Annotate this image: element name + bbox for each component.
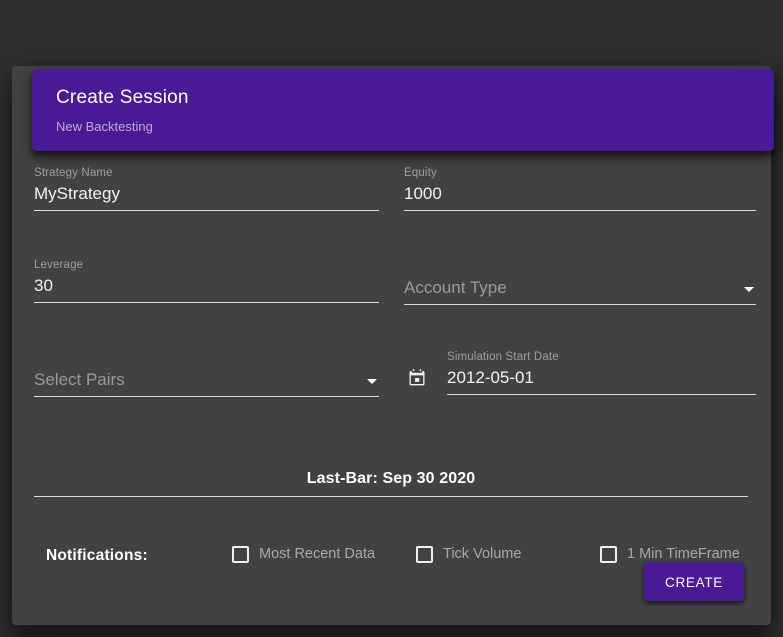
last-bar-text: Last-Bar: Sep 30 2020 [306,470,476,487]
account-type-value[interactable]: Account Type [404,274,507,300]
simulation-start-date-underline [447,394,756,395]
dialog-subtitle: New Backtesting [56,119,153,134]
strategy-name-input[interactable]: MyStrategy [34,180,379,206]
last-bar-divider [34,496,748,497]
leverage-label: Leverage [34,259,84,271]
equity-label: Equity [404,167,437,179]
last-bar-section: Last-Bar: Sep 30 2020 [34,468,748,497]
checkbox-1-min-timeframe[interactable]: 1 Min TimeFrame [600,544,740,564]
checkbox-icon[interactable] [600,545,617,563]
strategy-name-label: Strategy Name [34,167,113,179]
simulation-start-date-field[interactable]: Simulation Start Date 2012-05-01 [404,350,756,395]
dialog-title: Create Session [56,87,189,108]
chevron-down-icon[interactable] [744,287,754,292]
dialog-header-card: Create Session New Backtesting [32,69,774,151]
simulation-start-date-input[interactable]: 2012-05-01 [447,364,756,390]
equity-input[interactable]: 1000 [404,180,756,206]
leverage-input[interactable]: 30 [34,272,379,298]
checkbox-tick-volume[interactable]: Tick Volume [416,544,521,564]
app-background: Create Session New Backtesting Strategy … [0,0,783,637]
select-pairs-underline [34,396,379,397]
account-type-select[interactable]: Account Type [404,258,756,305]
equity-field[interactable]: Equity 1000 [404,166,756,211]
checkbox-label: 1 Min TimeFrame [627,546,740,562]
checkbox-icon[interactable] [232,545,249,563]
leverage-underline [34,302,379,303]
checkbox-icon[interactable] [416,545,433,563]
checkbox-most-recent-data[interactable]: Most Recent Data [232,544,375,564]
create-button[interactable]: CREATE [644,563,744,601]
simulation-start-date-label: Simulation Start Date [447,351,559,363]
equity-underline [404,210,756,211]
strategy-name-field[interactable]: Strategy Name MyStrategy [34,166,379,211]
chevron-down-icon[interactable] [367,379,377,384]
calendar-icon[interactable] [407,368,427,388]
select-pairs-value[interactable]: Select Pairs [34,366,125,392]
strategy-name-underline [34,210,379,211]
select-pairs-select[interactable]: Select Pairs [34,350,379,397]
notifications-label: Notifications: [46,547,148,564]
account-type-underline [404,304,756,305]
checkbox-label: Most Recent Data [259,546,376,562]
create-session-dialog: Create Session New Backtesting Strategy … [12,66,774,625]
leverage-field[interactable]: Leverage 30 [34,258,379,303]
checkbox-label: Tick Volume [443,546,522,562]
notifications-row: Notifications: Most Recent Data Tick Vol… [34,544,748,570]
